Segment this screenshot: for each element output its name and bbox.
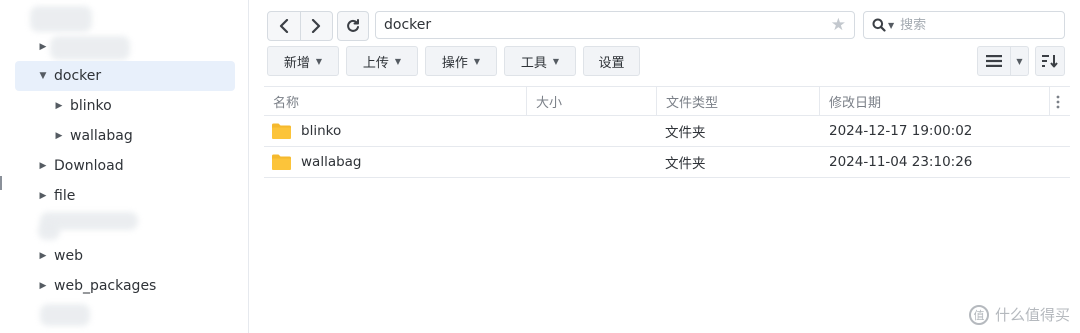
refresh-icon [347, 19, 359, 32]
settings-button-label: 设置 [598, 55, 625, 71]
list-view-icon [986, 55, 1002, 67]
caret-down-icon: ▼ [1016, 56, 1023, 66]
sidebar-item-docker[interactable]: ▼ docker [15, 61, 235, 91]
column-header-size[interactable]: 大小 [527, 87, 657, 116]
window-edge-marker [0, 176, 2, 190]
file-type-cell: 文件夹 [665, 116, 706, 146]
current-path: docker [384, 17, 432, 33]
folder-icon [272, 154, 291, 170]
column-header-label: 文件类型 [666, 96, 719, 111]
file-name: wallabag [301, 154, 362, 170]
file-modified-cell: 2024-11-04 23:10:26 [829, 147, 972, 177]
watermark-logo-icon: 值 [968, 304, 989, 325]
column-options-button[interactable] [1049, 87, 1066, 116]
column-header-type[interactable]: 文件类型 [657, 87, 820, 116]
history-nav [267, 11, 333, 41]
caret-down-icon: ▼ [315, 56, 323, 66]
sidebar-item-file[interactable]: ▶ file [38, 181, 76, 211]
sidebar-item-collapsed[interactable]: ▶ [38, 32, 68, 62]
sidebar-item-blinko[interactable]: ▶ blinko [54, 91, 112, 121]
list-view-button[interactable] [978, 47, 1010, 75]
redacted-item [30, 6, 92, 32]
path-bar[interactable]: docker ★ [375, 11, 855, 39]
file-name-cell: blinko [272, 116, 341, 146]
forward-button[interactable] [299, 12, 333, 40]
sidebar-item-label: web [54, 248, 83, 264]
search-box: ▼ [863, 11, 1065, 39]
chevron-right-icon [312, 19, 321, 33]
sidebar-item-label: Download [54, 158, 124, 174]
file-modified-cell: 2024-12-17 19:00:02 [829, 116, 972, 146]
more-vertical-icon [1056, 95, 1060, 108]
action-button[interactable]: 操作 ▼ [425, 46, 497, 76]
file-type: 文件夹 [665, 125, 706, 141]
caret-down-icon: ▼ [473, 56, 481, 66]
settings-button[interactable]: 设置 [583, 46, 640, 76]
watermark: 值 什么值得买 [968, 304, 1070, 325]
file-name: blinko [301, 123, 342, 139]
caret-right-icon: ▶ [39, 42, 47, 52]
create-button-label: 新增 [283, 55, 310, 71]
watermark-text: 什么值得买 [994, 306, 1070, 324]
sidebar-item-label: web_packages [54, 278, 157, 294]
file-type-cell: 文件夹 [665, 147, 706, 177]
table-row[interactable]: blinko 文件夹 2024-12-17 19:00:02 [264, 116, 1070, 147]
tools-button[interactable]: 工具 ▼ [504, 46, 576, 76]
file-modified: 2024-12-17 19:00:02 [829, 123, 973, 139]
upload-button-label: 上传 [362, 55, 389, 71]
caret-right-icon: ▶ [55, 131, 63, 141]
action-button-label: 操作 [441, 55, 468, 71]
sidebar: ▶ ▼ docker ▶ blinko ▶ wallabag ▶ Downloa… [0, 0, 249, 333]
caret-right-icon: ▶ [39, 161, 47, 171]
sidebar-item-web[interactable]: ▶ web [38, 241, 83, 271]
sidebar-item-label: docker [54, 68, 102, 84]
upload-button[interactable]: 上传 ▼ [346, 46, 418, 76]
sort-icon [1042, 55, 1058, 68]
view-mode-button: ▼ [977, 46, 1029, 76]
star-icon[interactable]: ★ [831, 15, 846, 35]
sidebar-item-download[interactable]: ▶ Download [38, 151, 124, 181]
tools-button-label: 工具 [520, 55, 547, 71]
redacted-item [40, 304, 90, 326]
table-header: 名称 大小 文件类型 修改日期 [264, 86, 1070, 116]
search-icon [872, 18, 886, 32]
redacted-item [38, 222, 60, 240]
chevron-left-icon [279, 19, 288, 33]
sidebar-item-web-packages[interactable]: ▶ web_packages [38, 271, 157, 301]
refresh-button[interactable] [337, 11, 369, 41]
caret-right-icon: ▶ [39, 191, 47, 201]
file-name-cell: wallabag [272, 147, 362, 177]
sidebar-item-wallabag[interactable]: ▶ wallabag [54, 121, 133, 151]
file-modified: 2024-11-04 23:10:26 [829, 154, 973, 170]
caret-right-icon: ▶ [39, 281, 47, 291]
column-header-modified[interactable]: 修改日期 [820, 87, 1040, 116]
caret-down-icon: ▼ [888, 20, 895, 30]
column-header-label: 修改日期 [829, 96, 882, 111]
sidebar-item-label: blinko [70, 98, 112, 114]
search-options-button[interactable]: ▼ [872, 18, 894, 32]
caret-right-icon: ▶ [55, 101, 63, 111]
sidebar-item-label: file [54, 188, 76, 204]
caret-down-icon: ▼ [394, 56, 402, 66]
caret-right-icon: ▶ [39, 251, 47, 261]
table-row[interactable]: wallabag 文件夹 2024-11-04 23:10:26 [264, 147, 1070, 178]
caret-down-icon: ▼ [39, 71, 47, 81]
create-button[interactable]: 新增 ▼ [267, 46, 339, 76]
sidebar-item-label: wallabag [70, 128, 133, 144]
view-mode-dropdown[interactable]: ▼ [1010, 47, 1028, 75]
folder-icon [272, 123, 291, 139]
file-table: 名称 大小 文件类型 修改日期 blinko 文件夹 2024-12-17 19… [264, 86, 1070, 178]
column-header-label: 大小 [536, 96, 563, 111]
search-input[interactable] [898, 16, 1043, 34]
back-button[interactable] [268, 12, 300, 40]
file-type: 文件夹 [665, 156, 706, 172]
sort-button[interactable] [1035, 46, 1065, 76]
column-header-name[interactable]: 名称 [264, 87, 527, 116]
caret-down-icon: ▼ [552, 56, 560, 66]
column-header-label: 名称 [273, 96, 300, 111]
